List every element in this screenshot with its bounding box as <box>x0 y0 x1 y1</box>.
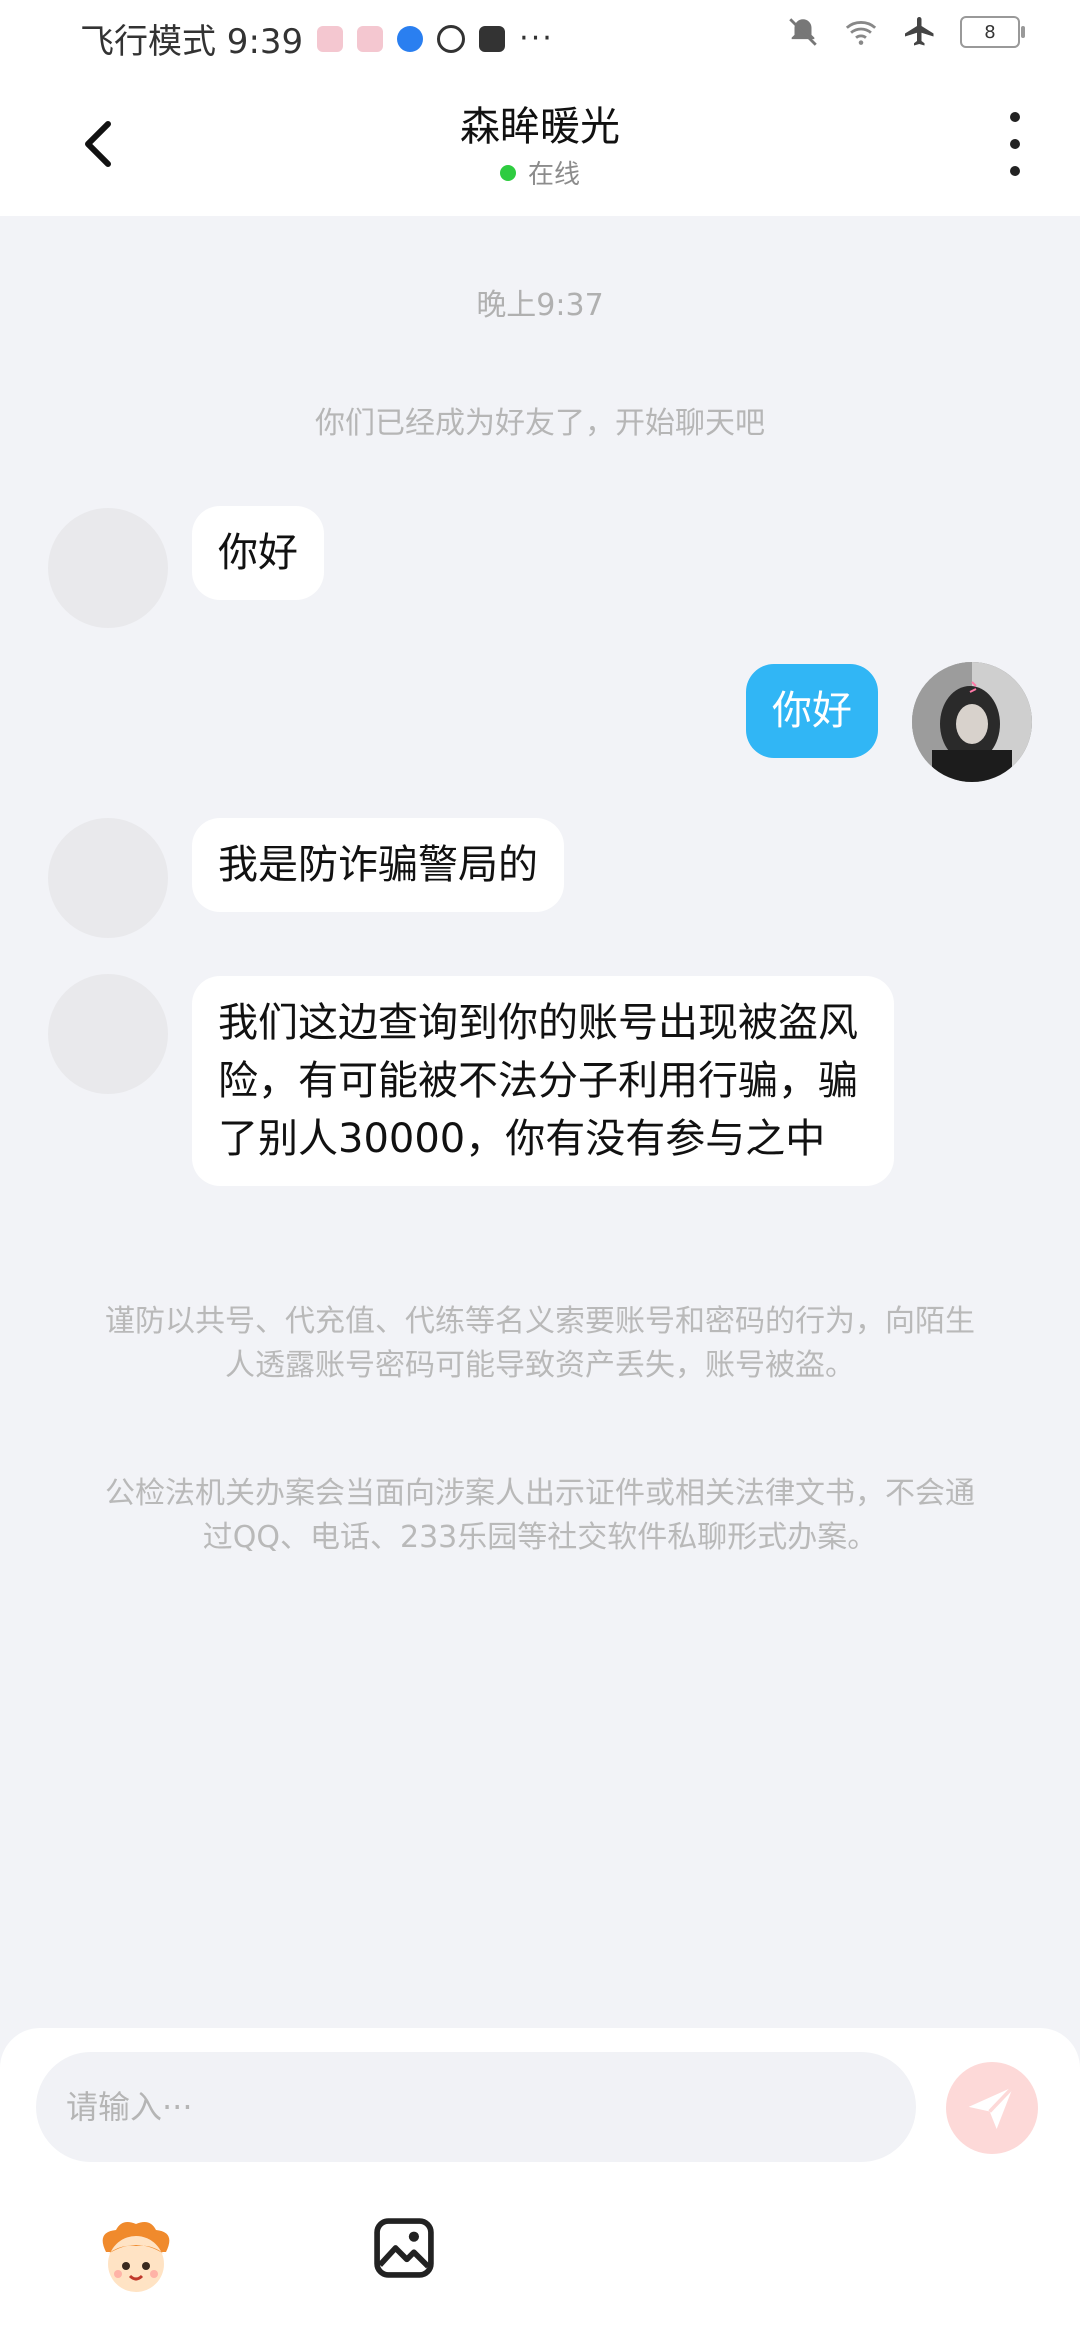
wifi-icon <box>845 21 877 45</box>
message-bubble-self[interactable]: 你好 <box>746 664 878 758</box>
safety-notice: 公检法机关办案会当面向涉案人出示证件或相关法律文书，不会通过QQ、电话、233乐… <box>105 1476 975 1555</box>
more-vertical-icon-dot <box>1010 166 1020 176</box>
message-bubble[interactable]: 你好 <box>192 506 324 600</box>
contact-avatar[interactable] <box>48 818 168 938</box>
message-bubble[interactable]: 我们这边查询到你的账号出现被盗风险，有可能被不法分子利用行骗，骗了别人30000… <box>192 976 894 1186</box>
image-icon <box>374 2218 434 2278</box>
system-message: 你们已经成为好友了，开始聊天吧 <box>315 406 765 441</box>
status-time: 飞行模式 9:39 <box>80 22 304 62</box>
composer-panel: 请输入··· <box>0 2028 1080 2340</box>
user-avatar[interactable] <box>912 662 1032 782</box>
battery-level: 8 <box>984 21 996 43</box>
online-status-label: 在线 <box>527 160 580 190</box>
message-bubble[interactable]: 我是防诈骗警局的 <box>192 818 564 912</box>
more-vertical-icon-dot <box>1010 139 1020 149</box>
send-icon <box>968 2085 1015 2129</box>
status-right: 8 <box>786 14 1025 50</box>
send-button[interactable] <box>946 2062 1038 2154</box>
safety-notice: 谨防以共号、代充值、代练等名义索要账号和密码的行为，向陌生人透露账号密码可能导致… <box>105 1304 975 1383</box>
status-left: 飞行模式 9:39 ··· <box>80 14 554 63</box>
more-options-button[interactable] <box>1000 112 1030 176</box>
online-status: 在线 <box>0 154 1080 191</box>
more-notifications: ··· <box>519 21 554 56</box>
mute-icon <box>789 18 817 46</box>
airplane-icon <box>905 17 934 46</box>
emoji-button[interactable] <box>92 2214 180 2302</box>
battery-icon: 8 <box>960 16 1025 48</box>
status-bar: 飞行模式 9:39 ··· 8 <box>0 0 1080 72</box>
app-notification-icon <box>397 25 424 52</box>
app-notification-icon <box>317 25 344 52</box>
image-button[interactable] <box>370 2214 438 2282</box>
app-notification-icon <box>357 25 384 52</box>
more-vertical-icon <box>1010 112 1020 122</box>
user-photo-icon <box>912 662 1032 782</box>
message-input[interactable]: 请输入··· <box>36 2052 916 2162</box>
chat-header: 森眸暖光 在线 <box>0 72 1080 216</box>
contact-avatar[interactable] <box>48 508 168 628</box>
chat-timestamp: 晚上9:37 <box>476 288 604 323</box>
globe-icon <box>437 24 466 53</box>
app-notification-icon <box>479 25 506 52</box>
online-dot-icon <box>499 164 516 181</box>
contact-name: 森眸暖光 <box>460 104 620 150</box>
emoji-mascot-icon <box>102 2222 170 2292</box>
contact-avatar[interactable] <box>48 974 168 1094</box>
